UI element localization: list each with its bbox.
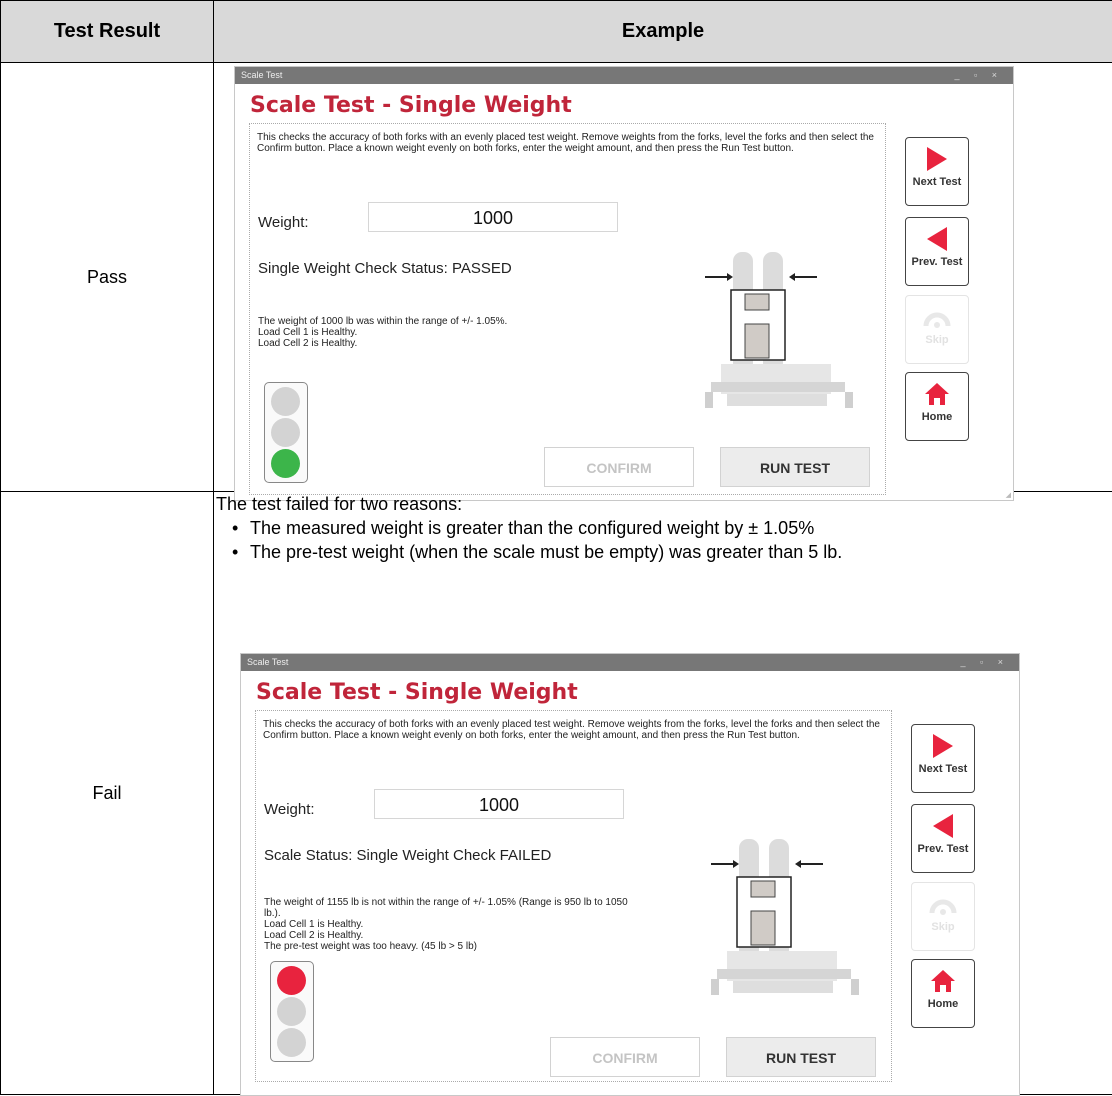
- fail-reason: The measured weight is greater than the …: [232, 516, 842, 540]
- play-right-icon: [925, 146, 949, 172]
- confirm-button[interactable]: CONFIRM: [550, 1037, 700, 1077]
- window-controls[interactable]: _ ▫ ×: [961, 654, 1009, 671]
- weight-label: Weight:: [258, 214, 309, 231]
- fail-lead-text: The test failed for two reasons:: [216, 492, 462, 516]
- home-icon: [924, 381, 950, 407]
- header-test-result: Test Result: [1, 1, 214, 63]
- fail-reason-text: The measured weight is greater than the …: [250, 518, 814, 538]
- next-test-label: Next Test: [912, 763, 974, 775]
- page-title: Scale Test - Single Weight: [256, 680, 578, 705]
- window-title: Scale Test: [241, 70, 282, 80]
- lamp-middle: [271, 418, 300, 447]
- skip-label: Skip: [906, 334, 968, 346]
- message-line: lb.).: [264, 908, 628, 919]
- home-label: Home: [906, 411, 968, 423]
- play-right-icon: [931, 733, 955, 759]
- prev-test-label: Prev. Test: [906, 256, 968, 268]
- forklift-scale-illustration: [711, 831, 861, 1001]
- play-left-icon: [925, 226, 949, 252]
- result-pass: Pass: [1, 63, 214, 492]
- message-line: The weight of 1000 lb was within the ran…: [258, 316, 507, 327]
- traffic-light: [264, 382, 308, 483]
- test-panel: This checks the accuracy of both forks w…: [255, 710, 892, 1082]
- result-fail: Fail: [1, 492, 214, 1095]
- fail-reason-text: The pre-test weight (when the scale must…: [250, 542, 842, 562]
- instructions-text: This checks the accuracy of both forks w…: [257, 132, 877, 154]
- lamp-top: [271, 387, 300, 416]
- window-controls[interactable]: _ ▫ ×: [955, 67, 1003, 84]
- play-left-icon: [931, 813, 955, 839]
- lamp-bottom: [277, 1028, 306, 1057]
- window-title: Scale Test: [247, 657, 288, 667]
- result-message: The weight of 1000 lb was within the ran…: [258, 316, 507, 349]
- scale-test-window-fail: Scale Test _ ▫ × Scale Test - Single Wei…: [240, 653, 1020, 1096]
- window-titlebar: Scale Test _ ▫ ×: [241, 654, 1019, 671]
- gauge-icon: [923, 304, 951, 330]
- next-test-button[interactable]: Next Test: [911, 724, 975, 793]
- skip-button[interactable]: Skip: [905, 295, 969, 364]
- home-icon: [930, 968, 956, 994]
- forklift-scale-illustration: [705, 244, 855, 414]
- home-button[interactable]: Home: [905, 372, 969, 441]
- gauge-icon: [929, 891, 957, 917]
- skip-label: Skip: [912, 921, 974, 933]
- weight-input[interactable]: 1000: [368, 202, 618, 232]
- lamp-middle: [277, 997, 306, 1026]
- home-button[interactable]: Home: [911, 959, 975, 1028]
- message-line: Load Cell 1 is Healthy.: [264, 919, 628, 930]
- results-table: Test Result Example Pass Scale Test _ ▫ …: [0, 0, 1112, 1095]
- lamp-top: [277, 966, 306, 995]
- skip-button[interactable]: Skip: [911, 882, 975, 951]
- test-panel: This checks the accuracy of both forks w…: [249, 123, 886, 495]
- window-titlebar: Scale Test _ ▫ ×: [235, 67, 1013, 84]
- message-line: Load Cell 2 is Healthy.: [264, 930, 628, 941]
- scale-test-window-pass: Scale Test _ ▫ × Scale Test - Single Wei…: [234, 66, 1014, 501]
- confirm-button[interactable]: CONFIRM: [544, 447, 694, 487]
- next-test-label: Next Test: [906, 176, 968, 188]
- message-line: Load Cell 2 is Healthy.: [258, 338, 507, 349]
- example-pass: Scale Test _ ▫ × Scale Test - Single Wei…: [214, 63, 1112, 492]
- fail-reasons-list: The measured weight is greater than the …: [232, 516, 842, 564]
- header-example: Example: [214, 1, 1112, 63]
- instructions-text: This checks the accuracy of both forks w…: [263, 719, 883, 741]
- run-test-button[interactable]: RUN TEST: [726, 1037, 876, 1077]
- message-line: The pre-test weight was too heavy. (45 l…: [264, 941, 628, 952]
- message-line: The weight of 1155 lb is not within the …: [264, 897, 628, 908]
- weight-label: Weight:: [264, 801, 315, 818]
- example-fail: The test failed for two reasons: The mea…: [214, 492, 1112, 1095]
- next-test-button[interactable]: Next Test: [905, 137, 969, 206]
- status-text: Scale Status: Single Weight Check FAILED: [264, 847, 551, 864]
- status-text: Single Weight Check Status: PASSED: [258, 260, 512, 277]
- result-message: The weight of 1155 lb is not within the …: [264, 897, 628, 952]
- page-title: Scale Test - Single Weight: [250, 93, 572, 118]
- run-test-button[interactable]: RUN TEST: [720, 447, 870, 487]
- fail-reason: The pre-test weight (when the scale must…: [232, 540, 842, 564]
- weight-input[interactable]: 1000: [374, 789, 624, 819]
- home-label: Home: [912, 998, 974, 1010]
- prev-test-label: Prev. Test: [912, 843, 974, 855]
- prev-test-button[interactable]: Prev. Test: [905, 217, 969, 286]
- prev-test-button[interactable]: Prev. Test: [911, 804, 975, 873]
- traffic-light: [270, 961, 314, 1062]
- message-line: Load Cell 1 is Healthy.: [258, 327, 507, 338]
- lamp-bottom: [271, 449, 300, 478]
